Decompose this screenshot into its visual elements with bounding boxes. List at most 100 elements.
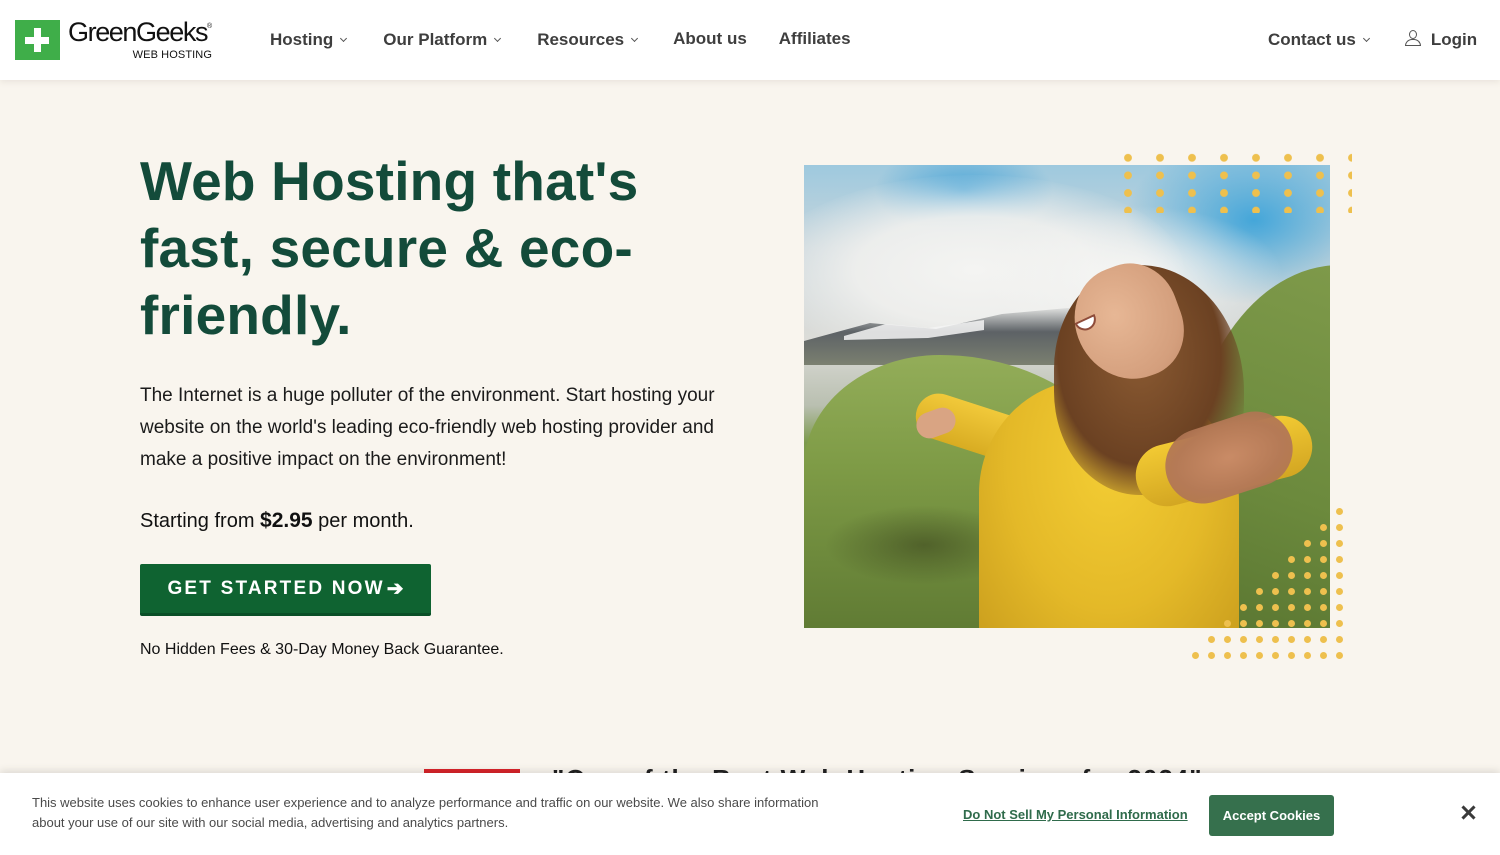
- price-prefix: Starting from: [140, 510, 255, 532]
- decorative-dots-top: [1112, 149, 1352, 213]
- login-link[interactable]: Login: [1404, 29, 1478, 50]
- hero-title: Web Hosting that's fast, secure & eco-fr…: [140, 150, 639, 346]
- nav-item-label: About us: [673, 29, 747, 48]
- decorative-dot: [1272, 652, 1279, 659]
- decorative-dot: [1320, 636, 1327, 643]
- decorative-dot: [1304, 604, 1311, 611]
- price-value: $2.95: [260, 509, 313, 532]
- nav-item-our-platform[interactable]: Our Platform: [383, 30, 502, 50]
- decorative-dot: [1336, 604, 1343, 611]
- decorative-dot: [1272, 620, 1279, 627]
- greengeeks-logo[interactable]: GreenGeeks ® WEB HOSTING: [15, 17, 218, 62]
- decorative-dot: [1320, 556, 1327, 563]
- registered-mark: ®: [207, 23, 213, 30]
- nav-item-label: Resources: [537, 30, 625, 49]
- utility-nav: Contact us Login: [1268, 0, 1477, 80]
- decorative-dot: [1304, 620, 1311, 627]
- decorative-dot: [1240, 652, 1247, 659]
- decorative-dot: [1256, 588, 1263, 595]
- logo-name: GreenGeeks: [68, 17, 208, 47]
- decorative-dot: [1336, 556, 1343, 563]
- cta-label: GET STARTED NOW: [167, 577, 385, 599]
- nav-item-label: Contact us: [1268, 30, 1356, 49]
- nav-item-label: Hosting: [270, 30, 334, 49]
- decorative-dot: [1256, 652, 1263, 659]
- decorative-dot: [1336, 508, 1343, 515]
- user-icon-body: [1404, 38, 1421, 46]
- decorative-dot: [1320, 652, 1327, 659]
- decorative-dot: [1304, 652, 1311, 659]
- decorative-dot: [1240, 636, 1247, 643]
- arrow-right-icon: ➔: [386, 578, 404, 600]
- chevron-down-icon: [1362, 34, 1370, 42]
- decorative-dot: [1288, 652, 1295, 659]
- decorative-dot: [1272, 636, 1279, 643]
- decorative-dot: [1304, 588, 1311, 595]
- decorative-dot: [1320, 524, 1327, 531]
- cookie-text: This website uses cookies to enhance use…: [32, 795, 819, 830]
- decorative-dot: [1320, 540, 1327, 547]
- decorative-dots-bottom-right: [1188, 504, 1348, 666]
- logo-wordmark: GreenGeeks ® WEB HOSTING: [68, 17, 218, 62]
- decorative-dot: [1240, 620, 1247, 627]
- decorative-dot: [1272, 572, 1279, 579]
- accept-cookies-button[interactable]: Accept Cookies: [1209, 795, 1334, 836]
- decorative-dot: [1304, 540, 1311, 547]
- decorative-dot: [1288, 604, 1295, 611]
- login-label: Login: [1430, 30, 1478, 49]
- decorative-dot: [1272, 588, 1279, 595]
- decorative-dot: [1336, 620, 1343, 627]
- decorative-dot: [1208, 636, 1215, 643]
- decorative-dot: [1320, 572, 1327, 579]
- decorative-dot: [1240, 604, 1247, 611]
- decorative-dot: [1336, 652, 1343, 659]
- chevron-down-icon: [494, 34, 502, 42]
- site-header: GreenGeeks ® WEB HOSTING Hosting Our Pla…: [0, 0, 1500, 80]
- decorative-dot: [1288, 588, 1295, 595]
- nav-item-affiliates[interactable]: Affiliates: [779, 29, 851, 49]
- decorative-dot: [1336, 636, 1343, 643]
- guarantee-text: No Hidden Fees & 30-Day Money Back Guara…: [140, 641, 504, 658]
- decorative-dot: [1336, 540, 1343, 547]
- nav-item-resources[interactable]: Resources: [537, 30, 639, 50]
- starting-price: Starting from $2.95 per month.: [140, 509, 414, 533]
- decorative-dot: [1320, 588, 1327, 595]
- chevron-down-icon: [631, 34, 639, 42]
- decorative-dot: [1272, 604, 1279, 611]
- main-nav: Hosting Our Platform Resources About us …: [270, 0, 851, 80]
- user-icon: [1404, 29, 1421, 47]
- decorative-dot: [1288, 636, 1295, 643]
- logo-subtitle: WEB HOSTING: [132, 49, 212, 61]
- decorative-dot: [1304, 636, 1311, 643]
- close-icon[interactable]: [1458, 803, 1478, 823]
- cookie-banner: This website uses cookies to enhance use…: [0, 773, 1500, 855]
- decorative-dot: [1288, 572, 1295, 579]
- decorative-dot: [1288, 556, 1295, 563]
- decorative-dot: [1304, 556, 1311, 563]
- chevron-down-icon: [340, 34, 348, 42]
- decorative-dot: [1320, 604, 1327, 611]
- decorative-dot: [1336, 588, 1343, 595]
- decorative-dot: [1224, 636, 1231, 643]
- decorative-dot: [1304, 572, 1311, 579]
- decorative-dot: [1256, 604, 1263, 611]
- decorative-dot: [1208, 652, 1215, 659]
- do-not-sell-link[interactable]: Do Not Sell My Personal Information: [963, 807, 1188, 822]
- user-icon-head: [1408, 29, 1417, 39]
- get-started-button[interactable]: GET STARTED NOW ➔: [140, 564, 431, 616]
- nav-item-label: Our Platform: [383, 30, 488, 49]
- decorative-dot: [1224, 620, 1231, 627]
- decorative-dot: [1336, 524, 1343, 531]
- plus-icon: [15, 20, 60, 60]
- decorative-dot: [1320, 620, 1327, 627]
- nav-item-about-us[interactable]: About us: [673, 29, 747, 49]
- nav-item-hosting[interactable]: Hosting: [270, 30, 348, 50]
- hero-description: The Internet is a huge polluter of the e…: [140, 385, 715, 470]
- decorative-dot: [1336, 572, 1343, 579]
- decorative-dot: [1192, 652, 1199, 659]
- nav-item-label: Affiliates: [778, 29, 851, 48]
- decorative-dot: [1288, 620, 1295, 627]
- decorative-dot: [1256, 620, 1263, 627]
- decorative-dot: [1224, 652, 1231, 659]
- nav-item-contact-us[interactable]: Contact us: [1268, 30, 1370, 50]
